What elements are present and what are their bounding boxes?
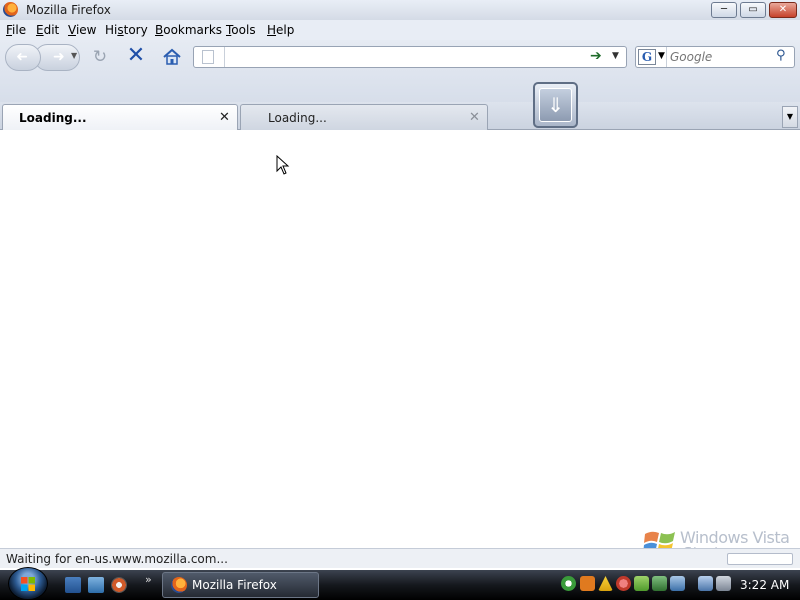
- tab-close-icon[interactable]: ✕: [219, 110, 230, 125]
- menu-bookmarks[interactable]: Bookmarks: [155, 23, 222, 37]
- tab-loading[interactable]: Loading... ✕: [240, 104, 488, 130]
- firefox-logo-icon: [3, 2, 18, 17]
- start-icon: [21, 577, 35, 591]
- menu-view[interactable]: View: [68, 23, 96, 37]
- menu-edit[interactable]: Edit: [36, 23, 59, 37]
- search-engine-icon[interactable]: G: [638, 49, 656, 65]
- home-button[interactable]: [162, 47, 182, 67]
- tab-label: Loading...: [268, 111, 327, 125]
- taskbar-button-firefox[interactable]: Mozilla Firefox: [162, 572, 319, 598]
- tray-app-icon-2[interactable]: [652, 576, 667, 591]
- tab-loading-active[interactable]: Loading... ✕: [2, 104, 238, 131]
- search-divider: [666, 47, 667, 67]
- search-bar[interactable]: G ▼ ⚲: [635, 46, 795, 68]
- page-icon: [202, 50, 214, 64]
- url-input[interactable]: [226, 48, 586, 66]
- mouse-cursor-icon: [276, 155, 290, 175]
- search-input[interactable]: [670, 48, 770, 66]
- url-divider: [224, 47, 225, 67]
- reload-button[interactable]: ↻: [91, 48, 109, 66]
- download-icon: ⇓: [539, 88, 572, 122]
- window-title: Mozilla Firefox: [26, 3, 111, 17]
- tab-close-icon[interactable]: ✕: [469, 110, 480, 125]
- tray-app-icon-3[interactable]: [670, 576, 685, 591]
- quicklaunch-more-button[interactable]: »: [145, 573, 152, 586]
- tab-list-button[interactable]: ▼: [782, 106, 798, 128]
- url-bar[interactable]: ➔ ▼: [193, 46, 627, 68]
- utorrent-icon[interactable]: [561, 576, 576, 591]
- menu-file[interactable]: File: [6, 23, 26, 37]
- download-indicator[interactable]: ⇓: [533, 82, 578, 128]
- maximize-button[interactable]: ▭: [740, 2, 766, 18]
- reload-icon: ↻: [92, 47, 108, 67]
- home-icon: [163, 48, 181, 65]
- forward-icon: ➜: [53, 49, 65, 65]
- network-icon[interactable]: [698, 576, 713, 591]
- menu-help[interactable]: Help: [267, 23, 294, 37]
- switch-windows-icon[interactable]: [88, 577, 104, 593]
- taskbar-button-label: Mozilla Firefox: [192, 578, 277, 592]
- tray-app-icon[interactable]: [580, 576, 595, 591]
- volume-muted-icon[interactable]: [716, 576, 731, 591]
- history-dropdown-icon[interactable]: ▼: [71, 51, 77, 60]
- search-engine-dropdown-icon[interactable]: ▼: [658, 51, 665, 61]
- stop-icon: ✕: [126, 43, 146, 68]
- security-alert-icon[interactable]: [616, 576, 631, 591]
- minimize-button[interactable]: ─: [711, 2, 737, 18]
- menu-tools[interactable]: Tools: [226, 23, 256, 37]
- status-text: Waiting for en-us.www.mozilla.com...: [6, 552, 228, 566]
- safely-remove-icon[interactable]: [634, 576, 649, 591]
- status-bar: Waiting for en-us.www.mozilla.com...: [0, 548, 800, 568]
- tab-label: Loading...: [19, 111, 87, 125]
- progress-bar: [727, 553, 793, 565]
- chevron-down-icon: ▼: [786, 112, 794, 121]
- back-icon: ➜: [16, 49, 28, 65]
- clock[interactable]: 3:22 AM: [740, 578, 789, 592]
- show-desktop-icon[interactable]: [65, 577, 81, 593]
- firefox-icon: [171, 577, 187, 593]
- page-content[interactable]: [0, 130, 800, 548]
- close-button[interactable]: ✕: [769, 2, 797, 18]
- search-icon[interactable]: ⚲: [776, 48, 786, 63]
- menu-history[interactable]: History: [105, 23, 148, 37]
- stop-button[interactable]: ✕: [126, 45, 146, 67]
- url-history-dropdown-icon[interactable]: ▼: [612, 51, 619, 61]
- title-bar: Mozilla Firefox ─ ▭ ✕: [0, 0, 800, 20]
- go-arrow-icon[interactable]: ➔: [590, 48, 602, 64]
- start-button[interactable]: [8, 567, 48, 600]
- back-button[interactable]: ➜: [5, 44, 41, 71]
- media-player-icon[interactable]: [111, 577, 127, 593]
